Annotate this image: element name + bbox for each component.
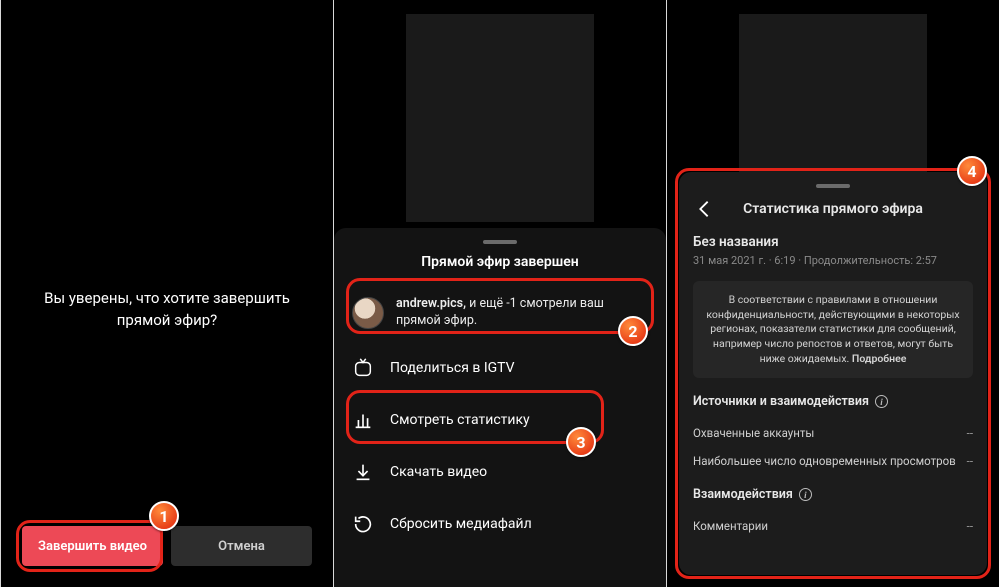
avatar [352, 297, 384, 329]
stats-sheet: Статистика прямого эфира Без названия 31… [679, 172, 987, 575]
option-share-igtv[interactable]: Поделиться в IGTV [334, 342, 666, 394]
end-video-button[interactable]: Завершить видео [22, 526, 163, 566]
sheet-title: Прямой эфир завершен [334, 254, 666, 284]
confirm-message: Вы уверены, что хотите завершить прямой … [1, 288, 333, 332]
drag-handle[interactable] [816, 184, 850, 188]
option-label: Поделиться в IGTV [390, 360, 515, 376]
drag-handle[interactable] [483, 240, 517, 244]
stat-row-comments: Комментарии -- [693, 512, 973, 540]
info-icon[interactable]: i [875, 395, 888, 408]
info-icon[interactable]: i [799, 488, 812, 501]
option-view-stats[interactable]: Смотреть статистику [334, 394, 666, 446]
cancel-button[interactable]: Отмена [171, 526, 312, 566]
stat-label: Наибольшее число одновременных просмотро… [693, 454, 956, 468]
option-download[interactable]: Скачать видео [334, 446, 666, 498]
live-meta: 31 мая 2021 г. · 6:19 · Продолжительност… [693, 254, 973, 267]
download-icon [352, 461, 374, 483]
stat-value: -- [967, 426, 973, 440]
chart-icon [352, 409, 374, 431]
section-label: Взаимодействия [693, 487, 793, 502]
stat-label: Комментарии [693, 519, 768, 533]
privacy-notice: В соответствии с правилами в отношении к… [693, 281, 973, 378]
viewer-username: andrew.pics, [396, 296, 466, 311]
screen-live-ended: Прямой эфир завершен andrew.pics, и ещё … [333, 0, 666, 587]
stat-value: -- [967, 519, 973, 533]
video-preview [739, 14, 927, 172]
stat-value: -- [967, 454, 973, 468]
option-label: Сбросить медиафайл [390, 516, 532, 532]
stat-row-accounts: Охваченные аккаунты -- [693, 419, 973, 447]
stats-header: Статистика прямого эфира [693, 198, 973, 220]
stat-row-peak: Наибольшее число одновременных просмотро… [693, 447, 973, 475]
stat-label: Охваченные аккаунты [693, 426, 814, 440]
option-discard[interactable]: Сбросить медиафайл [334, 498, 666, 550]
screen-end-confirm: Вы уверены, что хотите завершить прямой … [0, 0, 333, 587]
section-label: Источники и взаимодействия [693, 394, 869, 409]
confirm-button-row: Завершить видео Отмена [22, 526, 312, 566]
discard-icon [352, 513, 374, 535]
viewers-text: andrew.pics, и ещё -1 смотрели ваш прямо… [396, 296, 648, 330]
bottom-sheet: Прямой эфир завершен andrew.pics, и ещё … [334, 228, 666, 587]
option-label: Скачать видео [390, 464, 487, 480]
live-name: Без названия [693, 234, 973, 250]
igtv-icon [352, 357, 374, 379]
notice-text: В соответствии с правилами в отношении к… [706, 293, 959, 365]
section-sources: Источники и взаимодействия i [693, 394, 973, 409]
video-preview [406, 14, 594, 222]
option-label: Смотреть статистику [390, 412, 530, 428]
viewers-row[interactable]: andrew.pics, и ещё -1 смотрели ваш прямо… [334, 284, 666, 342]
screen-live-stats: Статистика прямого эфира Без названия 31… [666, 0, 999, 587]
notice-more-link[interactable]: Подробнее [852, 352, 907, 365]
section-interactions: Взаимодействия i [693, 487, 973, 502]
stats-title: Статистика прямого эфира [693, 201, 973, 217]
